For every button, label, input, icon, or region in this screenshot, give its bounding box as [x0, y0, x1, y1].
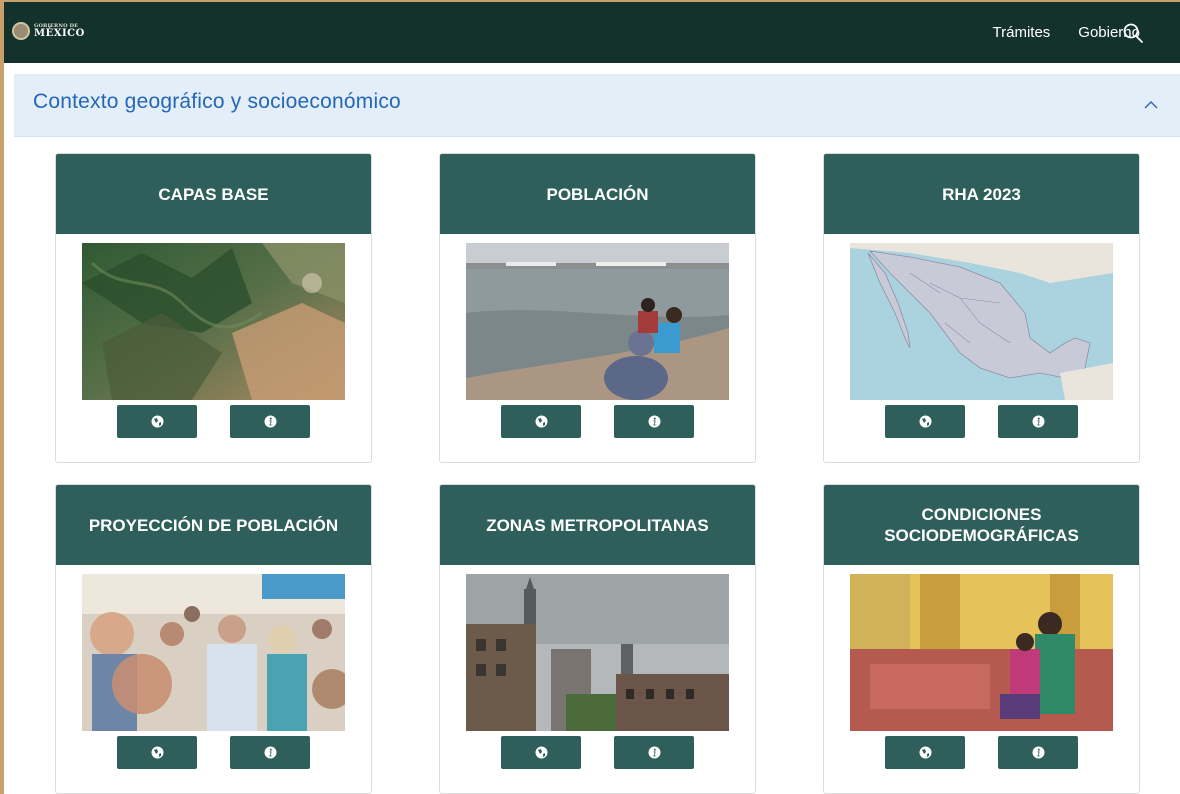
card-title: RHA 2023 — [942, 184, 1021, 204]
info-icon — [264, 746, 276, 759]
card-title: CAPAS BASE — [158, 184, 269, 204]
crowd-image — [82, 574, 345, 731]
info-icon — [264, 415, 276, 428]
info-icon — [648, 746, 660, 759]
logo-main-text: MÉXICO — [34, 27, 85, 39]
info-icon — [648, 415, 660, 428]
card-capas-base: CAPAS BASE — [55, 153, 372, 463]
card-title: PROYECCIÓN DE POBLACIÓN — [88, 515, 339, 535]
card-proyeccion-poblacion: PROYECCIÓN DE POBLACIÓN — [55, 484, 372, 794]
section-title: Contexto geográfico y socioeconómico — [33, 90, 401, 113]
globe-icon — [919, 746, 931, 759]
view-map-button[interactable] — [501, 736, 581, 769]
card-header: RHA 2023 — [824, 154, 1139, 234]
card-header: POBLACIÓN — [440, 154, 755, 234]
info-icon — [1032, 746, 1044, 759]
info-button[interactable] — [998, 736, 1078, 769]
globe-icon — [151, 415, 163, 428]
view-map-button[interactable] — [885, 736, 965, 769]
globe-icon — [535, 746, 547, 759]
globe-icon — [151, 746, 163, 759]
satellite-terrain-image — [82, 243, 345, 400]
market-women-image — [850, 574, 1113, 731]
card-title: CONDICIONES SOCIODEMOGRÁFICAS — [884, 505, 1079, 545]
card-poblacion: POBLACIÓN — [439, 153, 756, 463]
view-map-button[interactable] — [117, 736, 197, 769]
card-header: CAPAS BASE — [56, 154, 371, 234]
nav-link-tramites[interactable]: Trámites — [993, 24, 1051, 41]
children-by-lake-image — [466, 243, 729, 400]
globe-icon — [535, 415, 547, 428]
top-navbar: GOBIERNO DE MÉXICO Trámites Gobierno — [4, 2, 1180, 63]
card-rha-2023: RHA 2023 — [823, 153, 1140, 463]
globe-icon — [919, 415, 931, 428]
info-button[interactable] — [230, 736, 310, 769]
window-frame-left — [0, 0, 4, 794]
info-button[interactable] — [230, 405, 310, 438]
card-title: ZONAS METROPOLITANAS — [486, 515, 709, 535]
info-button[interactable] — [614, 405, 694, 438]
nav-links: Trámites Gobierno — [993, 2, 1141, 63]
card-zonas-metropolitanas: ZONAS METROPOLITANAS — [439, 484, 756, 794]
view-map-button[interactable] — [501, 405, 581, 438]
city-skyline-image — [466, 574, 729, 731]
card-title: POBLACIÓN — [546, 184, 649, 204]
view-map-button[interactable] — [885, 405, 965, 438]
info-button[interactable] — [614, 736, 694, 769]
card-condiciones-sociodemograficas: CONDICIONES SOCIODEMOGRÁFICAS — [823, 484, 1140, 794]
card-header: ZONAS METROPOLITANAS — [440, 485, 755, 565]
info-button[interactable] — [998, 405, 1078, 438]
national-seal-icon — [12, 22, 30, 40]
gobierno-mexico-logo[interactable]: GOBIERNO DE MÉXICO — [12, 22, 85, 40]
search-icon[interactable] — [1122, 22, 1144, 44]
chevron-up-icon[interactable] — [1142, 96, 1160, 114]
info-icon — [1032, 415, 1044, 428]
mexico-map-image — [850, 243, 1113, 400]
section-accordion-header[interactable]: Contexto geográfico y socioeconómico — [14, 74, 1180, 137]
card-header: PROYECCIÓN DE POBLACIÓN — [56, 485, 371, 565]
card-header: CONDICIONES SOCIODEMOGRÁFICAS — [824, 485, 1139, 565]
view-map-button[interactable] — [117, 405, 197, 438]
